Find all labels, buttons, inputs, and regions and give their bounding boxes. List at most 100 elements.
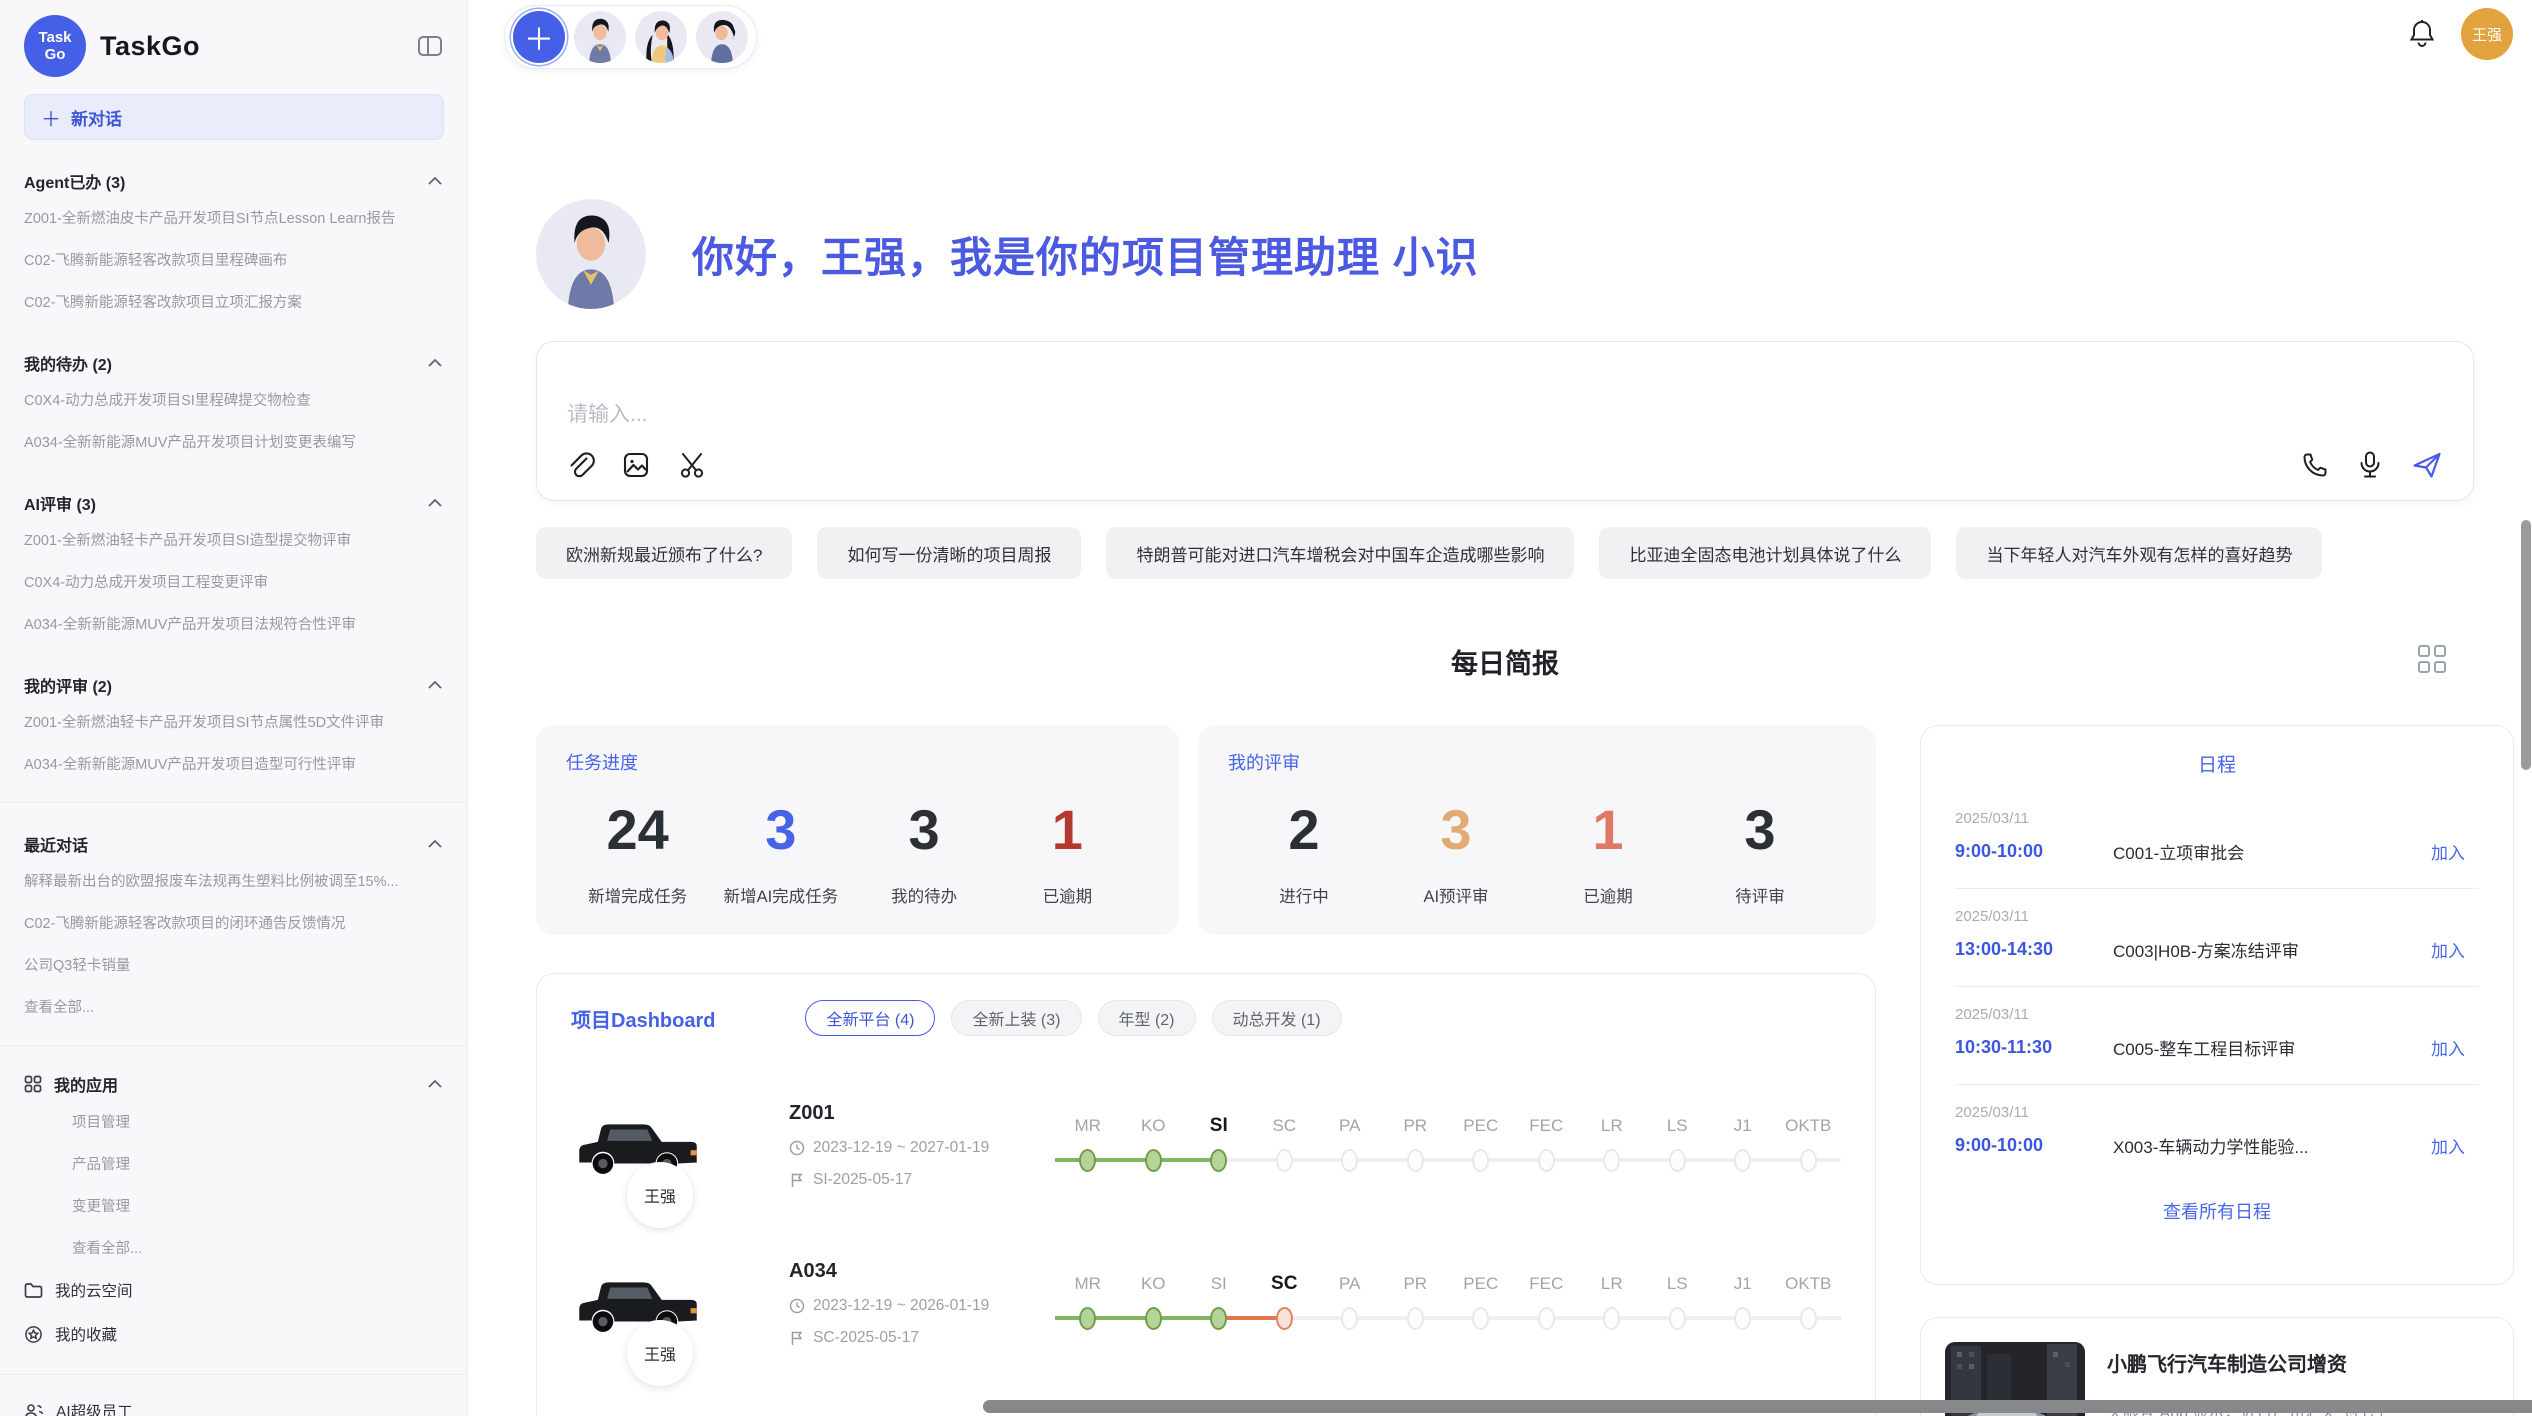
sidebar-item-ai-staff[interactable]: AI超级员工 [24,1389,443,1416]
milestone-dot [1079,1149,1096,1172]
sidebar-task-item[interactable]: A034-全新新能源MUV产品开发项目造型可行性评审 [24,742,443,784]
recent-chat-item[interactable]: C02-飞腾新能源轻客改款项目的闭环通告反馈情况 [24,901,443,943]
sidebar-item-label: 我的收藏 [55,1323,117,1345]
app-sub-item[interactable]: 查看全部... [24,1226,443,1268]
phone-call-icon[interactable] [2301,451,2329,479]
milestone-label: MR [1055,1113,1121,1143]
schedule-time: 13:00-14:30 [1955,939,2113,960]
milestone-dot [1276,1307,1293,1330]
recent-chat-item[interactable]: 查看全部... [24,985,443,1027]
milestone-col: PR [1383,1271,1449,1335]
suggestion-chip[interactable]: 如何写一份清晰的项目周报 [817,527,1081,579]
schedule-event-name: C001-立项审批会 [2113,839,2431,864]
scissors-icon[interactable] [677,450,707,480]
project-row-a034[interactable]: 王强 A034 2023-12-19 ~ 2026-01-19 [571,1224,1841,1382]
suggestion-chip[interactable]: 比亚迪全固态电池计划具体说了什么 [1599,527,1931,579]
milestone-col: PA [1317,1113,1383,1177]
suggestion-chip[interactable]: 欧洲新规最近颁布了什么? [536,527,792,579]
stat-value: 3 [1684,793,1836,867]
sidebar-task-item[interactable]: A034-全新新能源MUV产品开发项目计划变更表编写 [24,420,443,462]
recent-chat-item[interactable]: 解释最新出台的欧盟报废车法规再生塑料比例被调至15%... [24,859,443,901]
section-header[interactable]: Agent已办 (3) [24,166,443,196]
sidebar-task-item[interactable]: A034-全新新能源MUV产品开发项目法规符合性评审 [24,602,443,644]
add-agent-button[interactable]: ＋ [513,11,565,63]
join-link[interactable]: 加入 [2431,937,2479,962]
sidebar-item-favorites[interactable]: 我的收藏 [24,1312,443,1356]
app-sub-item[interactable]: 产品管理 [24,1142,443,1184]
sidebar-task-item[interactable]: C02-飞腾新能源轻客改款项目里程碑画布 [24,238,443,280]
send-icon[interactable] [2411,450,2443,480]
chevron-up-icon[interactable] [427,1079,443,1089]
user-avatar[interactable]: 王强 [2461,8,2513,60]
sidebar-task-item[interactable]: Z001-全新燃油轻卡产品开发项目SI造型提交物评审 [24,518,443,560]
stat-cell: 1 已逾期 [1532,793,1684,907]
milestone-dot [1145,1149,1162,1172]
sidebar-task-item[interactable]: C0X4-动力总成开发项目SI里程碑提交物检查 [24,378,443,420]
join-link[interactable]: 加入 [2431,839,2479,864]
vertical-scrollbar[interactable] [2521,520,2531,770]
milestone-col: PEC [1448,1271,1514,1335]
chat-composer[interactable]: 请输入... [536,341,2474,501]
project-flag: SC-2025-05-17 [813,1329,919,1347]
join-link[interactable]: 加入 [2431,1133,2479,1158]
stat-value: 2 [1228,793,1380,867]
attachment-icon[interactable] [565,450,595,480]
app-sub-item[interactable]: 变更管理 [24,1184,443,1226]
section-header[interactable]: 我的评审 (2) [24,670,443,700]
milestone-label: J1 [1710,1271,1776,1301]
project-row-z001[interactable]: 王强 Z001 2023-12-19 ~ 2027-01-19 [571,1066,1841,1224]
suggestion-chip[interactable]: 当下年轻人对汽车外观有怎样的喜好趋势 [1956,527,2322,579]
chevron-up-icon[interactable] [427,358,443,368]
section-header[interactable]: AI评审 (3) [24,488,443,518]
section-header[interactable]: 我的待办 (2) [24,348,443,378]
dashboard-tab[interactable]: 全新平台 (4) [805,1000,935,1036]
chevron-up-icon[interactable] [427,839,443,849]
milestone-dot [1341,1307,1358,1330]
milestone-col: SC [1252,1271,1318,1335]
milestone-dot [1407,1149,1424,1172]
schedule-event-name: C005-整车工程目标评审 [2113,1035,2431,1060]
notification-bell-icon[interactable] [2407,18,2437,50]
chevron-up-icon[interactable] [427,176,443,186]
ai-staff-icon [24,1403,44,1416]
schedule-event-name: C003|H0B-方案冻结评审 [2113,937,2431,962]
recent-chat-item[interactable]: 公司Q3轻卡销量 [24,943,443,985]
new-chat-button[interactable]: ＋ 新对话 [24,94,444,140]
sidebar-task-item[interactable]: C0X4-动力总成开发项目工程变更评审 [24,560,443,602]
section-title: 我的应用 [54,1072,118,1096]
section-header[interactable]: 最近对话 [24,829,443,859]
sidebar-task-item[interactable]: C02-飞腾新能源轻客改款项目立项汇报方案 [24,280,443,322]
owner-badge: 王强 [627,1320,693,1386]
dashboard-tab[interactable]: 年型 (2) [1098,1000,1196,1036]
my-apps-header[interactable]: 我的应用 [24,1068,443,1100]
agent-avatar-2[interactable] [635,11,687,63]
dashboard-tab[interactable]: 动总开发 (1) [1212,1000,1342,1036]
view-all-schedule-link[interactable]: 查看所有日程 [1955,1198,2479,1224]
image-icon[interactable] [621,450,651,480]
milestone-label: PEC [1448,1271,1514,1301]
milestone-col: LR [1579,1113,1645,1177]
join-link[interactable]: 加入 [2431,1035,2479,1060]
milestone-label: PA [1317,1271,1383,1301]
sidebar-item-cloud-space[interactable]: 我的云空间 [24,1268,443,1312]
sidebar-section-ai-review: AI评审 (3) Z001-全新燃油轻卡产品开发项目SI造型提交物评审C0X4-… [24,488,443,644]
microphone-icon[interactable] [2357,450,2383,480]
stat-label: 进行中 [1228,883,1380,907]
horizontal-scrollbar[interactable] [983,1400,2532,1413]
agent-avatar-1[interactable] [574,11,626,63]
layout-grid-icon[interactable] [2418,645,2446,673]
milestone-label: PA [1317,1113,1383,1143]
app-sub-item[interactable]: 项目管理 [24,1100,443,1142]
sidebar-task-item[interactable]: Z001-全新燃油轻卡产品开发项目SI节点属性5D文件评审 [24,700,443,742]
chevron-up-icon[interactable] [427,498,443,508]
milestone-label: J1 [1710,1113,1776,1143]
milestone-dot [1603,1307,1620,1330]
sidebar-task-item[interactable]: Z001-全新燃油皮卡产品开发项目SI节点Lesson Learn报告 [24,196,443,238]
agent-avatar-3[interactable] [696,11,748,63]
milestone-col: LR [1579,1271,1645,1335]
sidebar-collapse-icon[interactable] [417,34,443,58]
suggestion-chip[interactable]: 特朗普可能对进口汽车增税会对中国车企造成哪些影响 [1106,527,1574,579]
dashboard-tab[interactable]: 全新上装 (3) [951,1000,1081,1036]
chevron-up-icon[interactable] [427,680,443,690]
stats-cards: 任务进度 24 新增完成任务 3 [536,725,1876,935]
